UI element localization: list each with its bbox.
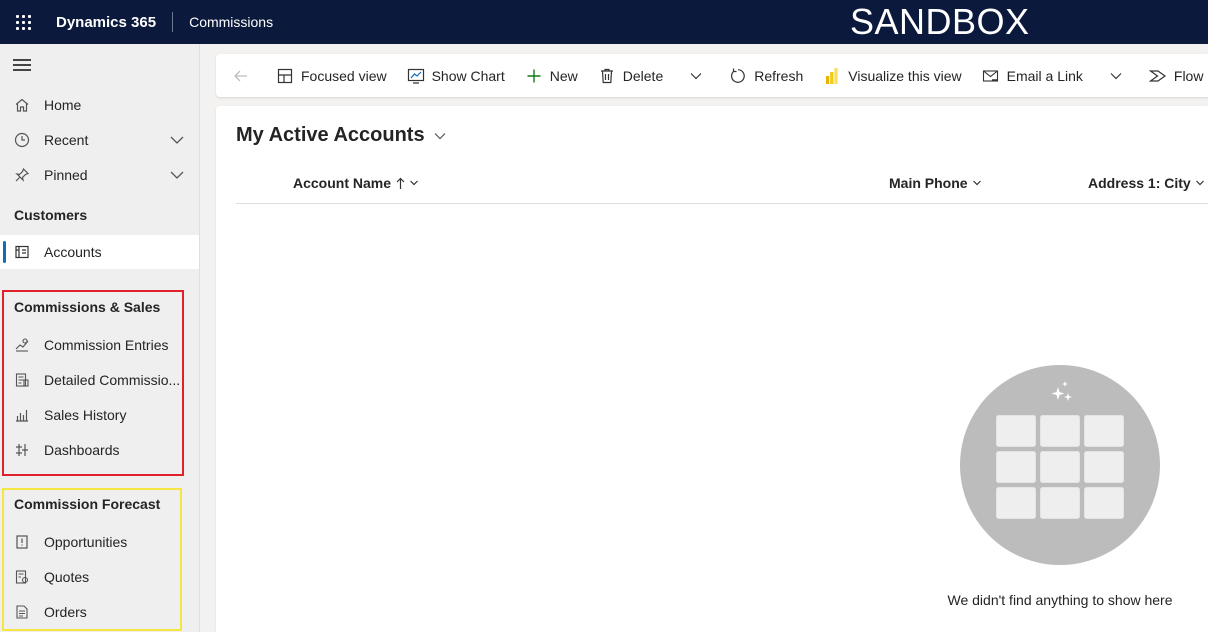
powerbi-icon (823, 67, 841, 85)
sidebar-item-label: Recent (44, 132, 89, 148)
delete-button[interactable]: Delete (588, 54, 673, 97)
sidebar-item-commission-entries[interactable]: Commission Entries (0, 328, 199, 362)
view-title: My Active Accounts (236, 124, 425, 146)
chart-icon (407, 67, 425, 85)
sidebar-item-opportunities[interactable]: Opportunities (0, 525, 199, 559)
command-bar: Focused view Show Chart New Delete Refre… (216, 54, 1208, 97)
app-launcher-button[interactable] (0, 0, 46, 44)
orders-icon (12, 602, 32, 622)
show-chart-label: Show Chart (431, 67, 505, 84)
more-commands-dropdown[interactable] (677, 54, 715, 97)
column-header-label: Main Phone (889, 175, 968, 191)
sales-history-icon (12, 405, 32, 425)
sidebar-item-detailed-commissions[interactable]: Detailed Commissio... (0, 363, 199, 397)
clock-icon (12, 130, 32, 150)
top-bar: Dynamics 365 Commissions SANDBOX (0, 0, 1208, 44)
email-link-label: Email a Link (1006, 67, 1083, 84)
chevron-down-icon (690, 72, 702, 79)
hamburger-menu-icon[interactable] (13, 59, 31, 73)
section-title-customers: Customers (14, 207, 88, 223)
commission-entries-icon (12, 335, 32, 355)
sidebar-item-pinned[interactable]: Pinned (0, 158, 199, 192)
column-header-label: Address 1: City (1088, 175, 1191, 191)
sidebar-item-label: Home (44, 97, 82, 113)
section-title-commissions-sales: Commissions & Sales (14, 299, 161, 315)
environment-banner: SANDBOX (850, 1, 1030, 42)
sidebar-item-sales-history[interactable]: Sales History (0, 398, 199, 432)
refresh-button[interactable]: Refresh (719, 54, 813, 97)
pin-icon (12, 165, 32, 185)
sidebar-item-dashboards[interactable]: Dashboards (0, 433, 199, 467)
plus-icon (525, 67, 543, 85)
grid-panel: My Active Accounts Account Name Main Pho… (216, 106, 1208, 632)
sidebar-item-home[interactable]: Home (0, 88, 199, 122)
chevron-down-icon (434, 132, 446, 139)
flow-button[interactable]: Flow (1139, 54, 1208, 97)
header-divider (236, 203, 1208, 204)
sidebar-item-label: Pinned (44, 167, 88, 183)
chevron-down-icon (1195, 180, 1204, 186)
sidebar-item-label: Orders (44, 604, 87, 620)
arrow-left-icon (234, 70, 247, 81)
section-title-commission-forecast: Commission Forecast (14, 496, 161, 512)
focused-view-button[interactable]: Focused view (266, 54, 397, 97)
delete-label: Delete (622, 67, 664, 84)
new-label: New (549, 67, 578, 84)
chevron-down-icon[interactable] (169, 132, 185, 148)
sort-ascending-icon (396, 177, 405, 189)
sidebar-item-label: Dashboards (44, 442, 120, 458)
chevron-down-icon[interactable] (169, 167, 185, 183)
sidebar-item-accounts[interactable]: Accounts (0, 235, 199, 269)
column-header-label: Account Name (293, 175, 392, 191)
visualize-label: Visualize this view (848, 67, 962, 84)
more-commands-dropdown-2[interactable] (1097, 54, 1135, 97)
brand-title[interactable]: Dynamics 365 (46, 14, 172, 31)
sidebar-item-orders[interactable]: Orders (0, 595, 199, 629)
chevron-down-icon (410, 180, 418, 186)
empty-state-illustration (960, 365, 1160, 565)
waffle-icon (15, 14, 31, 30)
sidebar-item-recent[interactable]: Recent (0, 123, 199, 157)
focused-view-label: Focused view (301, 67, 387, 84)
chevron-down-icon (1110, 72, 1122, 79)
sparkle-icon (1051, 381, 1072, 401)
empty-grid-icon (996, 415, 1124, 519)
email-link-icon (982, 67, 1000, 85)
sidebar-item-label: Sales History (44, 407, 127, 423)
flow-label: Flow (1173, 67, 1204, 84)
quotes-icon (12, 567, 32, 587)
sidebar-item-label: Quotes (44, 569, 90, 585)
chevron-down-icon (972, 180, 981, 186)
trash-icon (598, 67, 616, 85)
sidebar-item-label: Opportunities (44, 534, 128, 550)
detailed-commission-icon (12, 370, 32, 390)
sitemap-sidebar: Home Recent Pinned Customers Accounts Co… (0, 44, 200, 632)
home-icon (12, 95, 32, 115)
flow-icon (1148, 67, 1167, 85)
accounts-icon (12, 242, 32, 262)
new-button[interactable]: New (515, 54, 588, 97)
column-header-account-name[interactable]: Account Name (293, 175, 419, 191)
refresh-label: Refresh (754, 67, 804, 84)
visualize-view-button[interactable]: Visualize this view (813, 54, 971, 97)
app-name[interactable]: Commissions (173, 14, 273, 30)
sidebar-item-label: Detailed Commissio... (44, 372, 181, 388)
empty-state-message: We didn't find anything to show here (947, 592, 1173, 608)
email-link-button[interactable]: Email a Link (972, 54, 1093, 97)
view-selector[interactable]: My Active Accounts (236, 124, 447, 147)
sidebar-item-label: Commission Entries (44, 337, 169, 353)
show-chart-button[interactable]: Show Chart (397, 54, 515, 97)
back-button[interactable] (216, 54, 262, 97)
refresh-icon (729, 67, 747, 85)
opportunities-icon (12, 532, 32, 552)
sidebar-item-quotes[interactable]: Quotes (0, 560, 199, 594)
dashboards-icon (12, 440, 32, 460)
column-header-address-city[interactable]: Address 1: City (1088, 175, 1205, 191)
column-header-main-phone[interactable]: Main Phone (889, 175, 982, 191)
sidebar-item-label: Accounts (44, 244, 102, 260)
focused-view-icon (276, 67, 294, 85)
